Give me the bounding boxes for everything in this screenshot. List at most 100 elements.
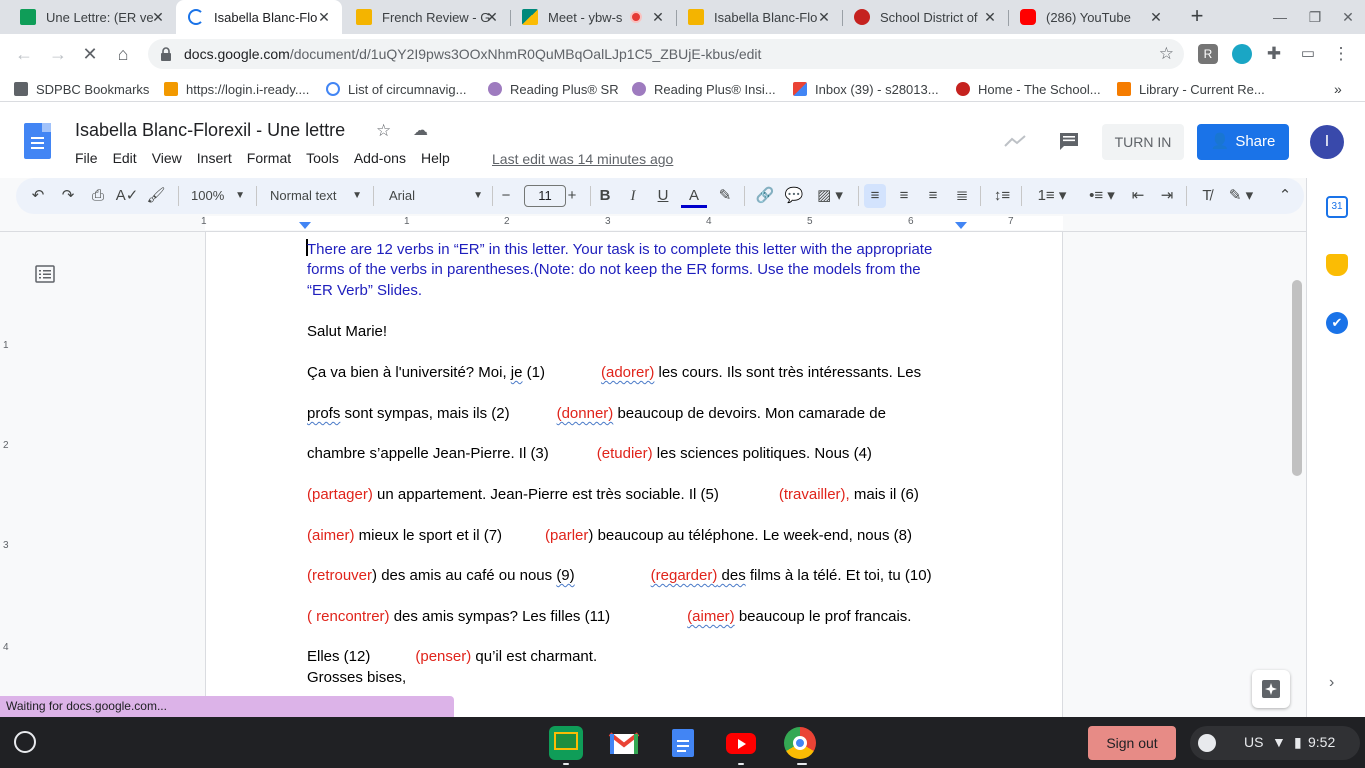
document-title[interactable]: Isabella Blanc-Florexil - Une lettre xyxy=(75,120,345,141)
sign-out-button[interactable]: Sign out xyxy=(1088,726,1176,760)
extension-r-icon[interactable]: R xyxy=(1198,44,1218,64)
collapse-toolbar-chevron-icon[interactable]: ⌃ xyxy=(1274,184,1296,208)
chrome-app-icon[interactable] xyxy=(783,726,817,760)
cast-icon[interactable]: ▭ xyxy=(1298,44,1318,64)
tasks-icon[interactable]: ✔ xyxy=(1326,312,1348,334)
paragraph-style-select[interactable]: Normal text ▼ xyxy=(270,184,362,208)
status-tray[interactable]: US ▼ ▮ 9:52 xyxy=(1190,726,1360,760)
back-arrow-icon[interactable]: ← xyxy=(12,42,36,66)
explore-assist-button[interactable] xyxy=(1252,670,1290,708)
extensions-puzzle-icon[interactable]: ✚ xyxy=(1264,44,1284,64)
left-indent-marker[interactable] xyxy=(299,222,311,229)
docs-logo-icon[interactable] xyxy=(24,123,51,159)
undo-icon[interactable]: ↶ xyxy=(26,184,50,208)
bookmark-inbox[interactable]: Inbox (39) - s28013... xyxy=(793,80,939,98)
bookmarks-overflow-chevron-icon[interactable]: » xyxy=(1334,80,1342,98)
bulleted-list-icon[interactable]: •≡ ▾ xyxy=(1080,184,1124,208)
close-tab-icon[interactable]: ✕ xyxy=(982,9,998,25)
print-icon[interactable]: ⎙ xyxy=(86,184,110,208)
redo-icon[interactable]: ↷ xyxy=(56,184,80,208)
classroom-app-icon[interactable] xyxy=(549,726,583,760)
tab-french-review[interactable]: French Review - G ✕ xyxy=(344,0,510,34)
address-bar[interactable]: docs.google.com/document/d/1uQY2I9pws3OO… xyxy=(148,39,1184,69)
bookmark-iready[interactable]: https://login.i-ready.... xyxy=(164,80,309,98)
menu-tools[interactable]: Tools xyxy=(306,150,339,172)
minimize-window-icon[interactable]: — xyxy=(1268,6,1292,28)
tab-isabella-slides[interactable]: Isabella Blanc-Flo ✕ xyxy=(676,0,842,34)
insert-image-icon[interactable]: ▨ ▾ xyxy=(812,184,848,208)
text-color-icon[interactable]: A xyxy=(681,184,707,208)
zoom-select[interactable]: 100% ▼ xyxy=(191,184,245,208)
bookmark-library[interactable]: Library - Current Re... xyxy=(1117,80,1265,98)
document-outline-icon[interactable] xyxy=(35,264,55,284)
bookmark-school-home[interactable]: Home - The School... xyxy=(956,80,1101,98)
calendar-icon[interactable]: 31 xyxy=(1326,196,1348,218)
bookmark-star-icon[interactable]: ☆ xyxy=(1159,44,1174,64)
decrease-font-size-icon[interactable]: − xyxy=(496,184,516,208)
tab-une-lettre[interactable]: Une Lettre: (ER ve ✕ xyxy=(8,0,176,34)
account-avatar[interactable]: I xyxy=(1310,125,1344,159)
clear-formatting-icon[interactable]: T̸ xyxy=(1196,184,1218,208)
tab-meet[interactable]: Meet - ybw-s ✕ xyxy=(510,0,676,34)
menu-add-ons[interactable]: Add-ons xyxy=(354,150,406,172)
youtube-app-icon[interactable] xyxy=(724,726,758,760)
menu-file[interactable]: File xyxy=(75,150,98,172)
tab-school-district[interactable]: School District of ✕ xyxy=(842,0,1008,34)
line-spacing-icon[interactable]: ↕≡ xyxy=(990,184,1014,208)
highlight-color-icon[interactable]: ✎ xyxy=(714,184,736,208)
right-indent-marker[interactable] xyxy=(955,222,967,229)
close-tab-icon[interactable]: ✕ xyxy=(816,9,832,25)
add-comment-icon[interactable]: 💬 xyxy=(783,184,805,208)
menu-format[interactable]: Format xyxy=(247,150,291,172)
bookmark-reading-plus-insight[interactable]: Reading Plus® Insi... xyxy=(632,80,776,98)
menu-edit[interactable]: Edit xyxy=(113,150,137,172)
last-edit-link[interactable]: Last edit was 14 minutes ago xyxy=(492,151,673,167)
tab-youtube[interactable]: (286) YouTube ✕ xyxy=(1008,0,1174,34)
font-family-select[interactable]: Arial ▼ xyxy=(389,184,483,208)
close-tab-icon[interactable]: ✕ xyxy=(650,9,666,25)
align-center-icon[interactable]: ≡ xyxy=(893,184,915,208)
editing-mode-pencil-icon[interactable]: ✎ ▾ xyxy=(1224,184,1258,208)
keep-icon[interactable] xyxy=(1326,254,1348,276)
document-page[interactable]: There are 12 verbs in “ER” in this lette… xyxy=(205,232,1063,717)
stop-loading-icon[interactable]: ✕ xyxy=(78,42,102,66)
expand-panel-chevron-icon[interactable]: › xyxy=(1329,674,1334,692)
align-justify-icon[interactable]: ≣ xyxy=(951,184,973,208)
menu-help[interactable]: Help xyxy=(421,150,450,172)
bookmark-sdpbc[interactable]: SDPBC Bookmarks xyxy=(14,80,149,98)
new-tab-plus-icon[interactable]: + xyxy=(1185,4,1209,28)
font-size-input[interactable]: 11 xyxy=(524,185,566,207)
close-window-icon[interactable]: ✕ xyxy=(1336,6,1360,28)
vertical-scrollbar[interactable] xyxy=(1292,280,1302,476)
bookmark-reading-plus-sr[interactable]: Reading Plus® SR xyxy=(488,80,619,98)
restore-window-icon[interactable]: ❐ xyxy=(1303,6,1327,28)
turn-in-button[interactable]: TURN IN xyxy=(1102,124,1184,160)
menu-insert[interactable]: Insert xyxy=(197,150,232,172)
spellcheck-icon[interactable]: A✓ xyxy=(115,184,139,208)
close-tab-icon[interactable]: ✕ xyxy=(316,9,332,25)
decrease-indent-icon[interactable]: ⇤ xyxy=(1127,184,1149,208)
gmail-app-icon[interactable] xyxy=(607,726,641,760)
forward-arrow-icon[interactable]: → xyxy=(46,42,70,66)
close-tab-icon[interactable]: ✕ xyxy=(484,9,500,25)
extension-teal-icon[interactable] xyxy=(1232,44,1252,64)
tab-isabella-doc-active[interactable]: Isabella Blanc-Flo ✕ xyxy=(176,0,342,34)
comments-icon[interactable] xyxy=(1058,131,1080,151)
share-button[interactable]: 👤 Share xyxy=(1197,124,1289,160)
align-right-icon[interactable]: ≡ xyxy=(922,184,944,208)
docs-app-icon[interactable] xyxy=(666,726,700,760)
align-left-icon[interactable]: ≡ xyxy=(864,184,886,208)
increase-indent-icon[interactable]: ⇥ xyxy=(1156,184,1178,208)
star-icon[interactable]: ☆ xyxy=(376,121,391,141)
more-vert-icon[interactable]: ⋮ xyxy=(1331,44,1351,64)
underline-icon[interactable]: U xyxy=(652,184,674,208)
horizontal-ruler[interactable]: 1 1 2 3 4 5 6 7 xyxy=(0,214,1306,232)
activity-trend-icon[interactable] xyxy=(1004,134,1026,148)
insert-link-icon[interactable]: 🔗 xyxy=(754,184,776,208)
menu-view[interactable]: View xyxy=(152,150,182,172)
numbered-list-icon[interactable]: 1≡ ▾ xyxy=(1030,184,1074,208)
italic-icon[interactable]: I xyxy=(622,184,644,208)
close-tab-icon[interactable]: ✕ xyxy=(1148,9,1164,25)
bookmark-circumnavigation[interactable]: List of circumnavig... xyxy=(326,80,467,98)
paint-format-icon[interactable]: 🖌 xyxy=(144,184,168,208)
